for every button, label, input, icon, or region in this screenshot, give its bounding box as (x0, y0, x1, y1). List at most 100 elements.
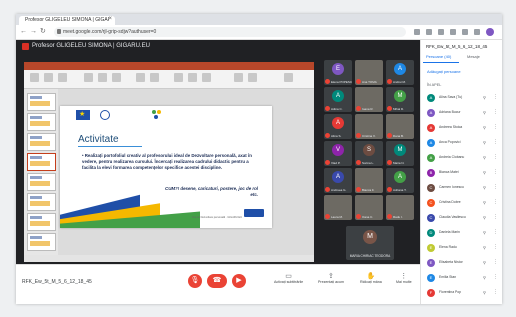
slide-thumbnail (27, 213, 56, 231)
list-item[interactable]: A Alina Sava (Tu) ⚲ ⋮ (425, 92, 502, 104)
pin-icon[interactable]: ⚲ (483, 155, 486, 160)
pin-icon[interactable]: ⚲ (483, 215, 486, 220)
list-item[interactable]: C Carmen Ionescu ⚲ ⋮ (425, 182, 502, 194)
raise-hand-button[interactable]: ✋ Ridicați mâna (360, 272, 382, 284)
slide-footer: Ora de Dezvoltare personală · GIGARU.EU (191, 216, 242, 219)
list-item[interactable]: A Andreea Stoica ⚲ ⋮ (425, 122, 502, 134)
forward-arrow-icon[interactable]: → (30, 27, 37, 36)
puzzle-icon[interactable] (450, 29, 456, 35)
align-icon (150, 73, 159, 82)
avatar: A (427, 139, 435, 147)
slide-thumbnail (27, 233, 56, 251)
pin-icon[interactable]: ⚲ (483, 95, 486, 100)
more-vert-icon[interactable]: ⋮ (493, 124, 498, 130)
participant-tile[interactable]: M Mihai D. (386, 87, 414, 112)
more-vert-icon[interactable]: ⋮ (493, 244, 498, 250)
more-vert-icon[interactable]: ⋮ (493, 169, 498, 175)
pin-icon[interactable]: ⚲ (483, 140, 486, 145)
participant-tile[interactable]: Cristina V. (355, 114, 383, 139)
more-vert-icon[interactable]: ⋮ (493, 229, 498, 235)
participant-tile[interactable]: E Elena POPESCU (324, 60, 352, 85)
present-now-button[interactable]: ⇪ Prezentați acum (318, 272, 344, 284)
list-item[interactable]: E Emilia Stan ⚲ ⋮ (425, 272, 502, 284)
more-vert-icon[interactable]: ⋮ (493, 289, 498, 295)
tab-people[interactable]: Persoane (40) (426, 54, 451, 59)
participant-tile[interactable]: Oana C. (355, 195, 383, 220)
avatar: A (427, 124, 435, 132)
captions-button[interactable]: ▭ Activați subtitrările (274, 272, 303, 284)
profile-avatar[interactable] (486, 28, 494, 36)
participant-name: Elena Radu (439, 245, 457, 249)
phone-hangup-icon[interactable]: ☎ (207, 274, 227, 288)
pin-icon[interactable]: ⚲ (483, 170, 486, 175)
list-item[interactable]: E Elisabeta Nistor ⚲ ⋮ (425, 257, 502, 269)
participant-tile[interactable]: Laura M. (324, 195, 352, 220)
list-item[interactable]: D Daniela Marin ⚲ ⋮ (425, 227, 502, 239)
powerpoint-title-bar (24, 62, 314, 70)
list-item[interactable]: A Anca Popovici ⚲ ⋮ (425, 137, 502, 149)
tab-search-icon[interactable] (462, 29, 468, 35)
participant-tile[interactable]: S Sorina L. (355, 141, 383, 166)
pin-icon[interactable]: ⚲ (483, 290, 486, 295)
participant-tile[interactable]: A Alina S. (324, 114, 352, 139)
participant-tile[interactable]: Ana TOMA (355, 60, 383, 85)
more-vert-icon[interactable]: ⋮ (493, 109, 498, 115)
mic-off-icon (387, 214, 392, 219)
participant-tile[interactable]: Radu I. (386, 195, 414, 220)
more-vert-icon[interactable]: ⋮ (493, 139, 498, 145)
pin-icon[interactable]: ⚲ (483, 275, 486, 280)
extension-icon[interactable] (426, 29, 432, 35)
reload-icon[interactable]: ↻ (40, 27, 46, 36)
participant-name: Bianca Matei (439, 170, 459, 174)
pin-icon[interactable]: ⚲ (483, 230, 486, 235)
pin-icon[interactable]: ⚲ (483, 245, 486, 250)
more-vert-icon[interactable]: ⋮ (493, 259, 498, 265)
list-item[interactable]: A Andreia Ciobanu ⚲ ⋮ (425, 152, 502, 164)
participant-tile-large[interactable]: M MARIA CHIRIAC TEODORA (346, 226, 394, 260)
list-item[interactable]: E Elena Radu ⚲ ⋮ (425, 242, 502, 254)
pin-icon[interactable]: ⚲ (483, 260, 486, 265)
camera-off-icon[interactable]: ▶ (232, 274, 246, 288)
back-arrow-icon[interactable]: ← (20, 27, 27, 36)
list-item[interactable]: A Adriana Bucur ⚲ ⋮ (425, 107, 502, 119)
more-options-button[interactable]: ⋮ Mai multe (396, 272, 412, 284)
participant-name: Vlad P. (331, 161, 341, 165)
list-item[interactable]: C Cristina Dobre ⚲ ⋮ (425, 197, 502, 209)
mic-off-icon (325, 106, 330, 111)
more-vert-icon[interactable]: ⋮ (493, 199, 498, 205)
participant-tile[interactable]: A Adriana T. (386, 168, 414, 193)
more-vert-icon[interactable]: ⋮ (493, 214, 498, 220)
participant-tile[interactable]: A Adina C. (324, 87, 352, 112)
reading-list-icon[interactable] (474, 29, 480, 35)
browser-tab[interactable]: Profesor GLIGELEU SIMONA | GIGARU.EU × (19, 16, 115, 25)
participant-tile[interactable]: M Maria N. (386, 141, 414, 166)
more-vert-icon[interactable]: ⋮ (493, 94, 498, 100)
star-icon[interactable] (438, 29, 444, 35)
pin-icon[interactable]: ⚲ (483, 185, 486, 190)
add-people-button[interactable]: Adăugați persoane (427, 69, 461, 74)
more-vert-icon[interactable]: ⋮ (493, 274, 498, 280)
participant-tile[interactable]: V Vlad P. (324, 141, 352, 166)
pin-icon[interactable]: ⚲ (483, 110, 486, 115)
participant-tile[interactable]: Ioana R. (355, 87, 383, 112)
participant-tile[interactable]: A Andrei M. (386, 60, 414, 85)
address-bar[interactable]: meet.google.com/rjl-grip-sdjw?authuser=0 (54, 27, 406, 37)
more-vert-icon[interactable]: ⋮ (493, 154, 498, 160)
close-icon[interactable]: × (108, 16, 112, 22)
mic-off-icon (356, 133, 361, 138)
list-item[interactable]: B Bianca Matei ⚲ ⋮ (425, 167, 502, 179)
mic-off-icon[interactable]: 🎙 (188, 274, 202, 288)
participant-name: Claudia Vasilescu (439, 215, 466, 219)
list-item[interactable]: F Florentina Pop ⚲ ⋮ (425, 287, 502, 299)
participant-tile[interactable]: Bianca F. (355, 168, 383, 193)
list-item[interactable]: C Claudia Vasilescu ⚲ ⋮ (425, 212, 502, 224)
presentation-icon (22, 43, 29, 50)
more-vert-icon[interactable]: ⋮ (493, 184, 498, 190)
pin-icon[interactable]: ⚲ (483, 125, 486, 130)
italic-icon (112, 73, 121, 82)
pin-icon[interactable]: ⚲ (483, 200, 486, 205)
participant-tile[interactable]: A Andreea G. (324, 168, 352, 193)
camera-permission-icon[interactable] (414, 29, 420, 35)
tab-chat[interactable]: Mesaje (467, 54, 480, 59)
participant-tile[interactable]: Dana B. (386, 114, 414, 139)
